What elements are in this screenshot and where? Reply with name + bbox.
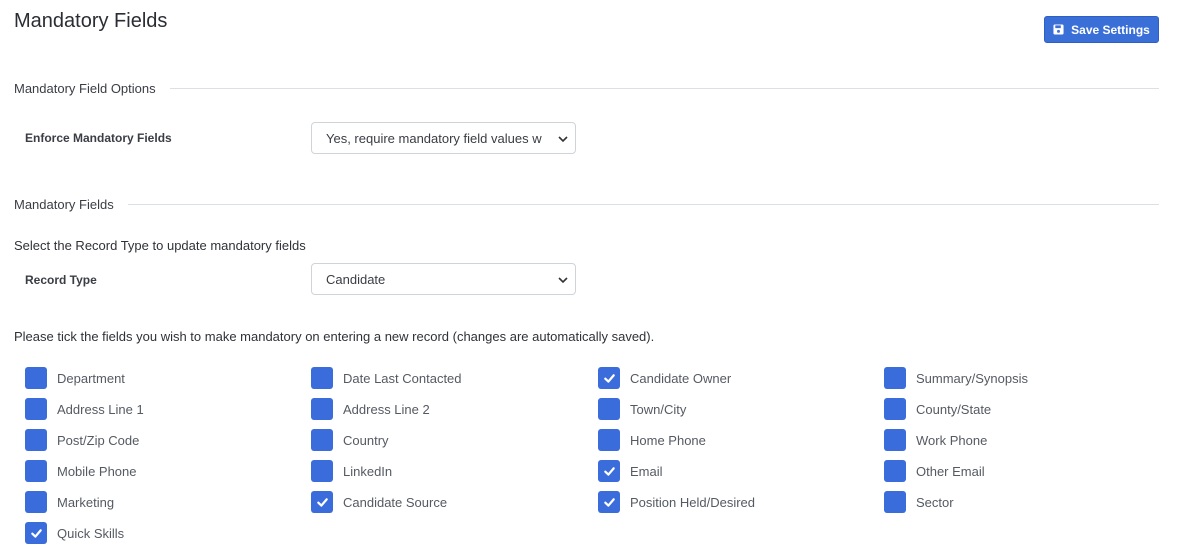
record-type-prompt: Select the Record Type to update mandato… [14, 238, 306, 253]
checkbox[interactable] [598, 398, 620, 420]
checkbox-mobile-phone[interactable]: Mobile Phone [25, 460, 137, 482]
section-divider [127, 204, 1159, 205]
checkbox-label: Town/City [630, 401, 687, 417]
checkbox-candidate-owner[interactable]: Candidate Owner [598, 367, 731, 389]
checkbox-label: Mobile Phone [57, 463, 137, 479]
checkbox-marketing[interactable]: Marketing [25, 491, 114, 513]
record-type-select-value: Candidate [326, 271, 386, 287]
checkbox-home-phone[interactable]: Home Phone [598, 429, 706, 451]
checkbox-date-last-contacted[interactable]: Date Last Contacted [311, 367, 462, 389]
checkbox-summary-synopsis[interactable]: Summary/Synopsis [884, 367, 1028, 389]
checkbox-label: County/State [916, 401, 992, 417]
checkbox-email[interactable]: Email [598, 460, 663, 482]
checkbox-post-zip-code[interactable]: Post/Zip Code [25, 429, 139, 451]
checkbox-label: Candidate Owner [630, 370, 732, 386]
checkbox-label: Email [630, 463, 663, 479]
checkbox[interactable] [598, 491, 620, 513]
checkbox-label: Department [57, 370, 125, 386]
enforce-select[interactable]: Yes, require mandatory field values w [311, 122, 576, 154]
checkbox[interactable] [884, 429, 906, 451]
checkbox[interactable] [311, 398, 333, 420]
checkbox-label: Address Line 2 [343, 401, 430, 417]
enforce-label: Enforce Mandatory Fields [25, 131, 172, 145]
checkbox-town-city[interactable]: Town/City [598, 398, 686, 420]
checkbox-label: Home Phone [630, 432, 706, 448]
checkmark-icon [603, 497, 615, 507]
checkbox-label: Quick Skills [57, 525, 125, 541]
checkbox[interactable] [25, 367, 47, 389]
checkmark-icon [603, 373, 615, 383]
checkbox-label: Summary/Synopsis [916, 370, 1028, 386]
checkbox-country[interactable]: Country [311, 429, 389, 451]
checkmark-icon [316, 497, 328, 507]
checkbox[interactable] [311, 491, 333, 513]
checkbox-candidate-source[interactable]: Candidate Source [311, 491, 447, 513]
checkbox-label: Marketing [57, 494, 115, 510]
enforce-select-value: Yes, require mandatory field values w [326, 130, 542, 146]
record-type-select[interactable]: Candidate [311, 263, 576, 295]
checkbox-label: Post/Zip Code [57, 432, 140, 448]
page-title: Mandatory Fields [14, 10, 168, 32]
chevron-down-icon [558, 136, 568, 143]
checkbox-label: Other Email [916, 463, 985, 479]
checkbox-other-email[interactable]: Other Email [884, 460, 985, 482]
options-section-header: Mandatory Field Options [14, 81, 1159, 96]
checkbox[interactable] [884, 491, 906, 513]
checkbox[interactable] [25, 491, 47, 513]
checkbox-label: LinkedIn [343, 463, 393, 479]
checkbox[interactable] [598, 367, 620, 389]
checkbox-quick-skills[interactable]: Quick Skills [25, 522, 124, 544]
checkbox-label: Country [343, 432, 389, 448]
checkbox-label: Candidate Source [343, 494, 448, 510]
options-section-heading: Mandatory Field Options [14, 81, 156, 96]
checkmark-icon [30, 528, 42, 538]
checkbox-county-state[interactable]: County/State [884, 398, 991, 420]
checkbox[interactable] [884, 398, 906, 420]
checkbox[interactable] [25, 398, 47, 420]
checkbox[interactable] [311, 429, 333, 451]
checkbox-label: Date Last Contacted [343, 370, 462, 386]
checkbox-label: Position Held/Desired [630, 494, 756, 510]
checkbox[interactable] [25, 460, 47, 482]
checkbox-address-line-1[interactable]: Address Line 1 [25, 398, 144, 420]
checkbox[interactable] [311, 367, 333, 389]
checkbox-label: Sector [916, 494, 954, 510]
chevron-down-icon [558, 277, 568, 284]
instructions-text: Please tick the fields you wish to make … [14, 329, 655, 344]
save-settings-button[interactable]: Save Settings [1044, 16, 1159, 43]
checkmark-icon [603, 466, 615, 476]
checkbox[interactable] [311, 460, 333, 482]
fields-section-header: Mandatory Fields [14, 197, 1159, 212]
checkbox[interactable] [884, 367, 906, 389]
checkbox[interactable] [598, 460, 620, 482]
checkbox-linkedin[interactable]: LinkedIn [311, 460, 392, 482]
checkbox-label: Address Line 1 [57, 401, 144, 417]
fields-section-heading: Mandatory Fields [14, 197, 114, 212]
checkbox-position-held-desired[interactable]: Position Held/Desired [598, 491, 755, 513]
section-divider [169, 88, 1159, 89]
checkbox-department[interactable]: Department [25, 367, 125, 389]
save-icon [1053, 24, 1064, 35]
checkbox-sector[interactable]: Sector [884, 491, 954, 513]
checkbox[interactable] [25, 522, 47, 544]
checkbox-work-phone[interactable]: Work Phone [884, 429, 987, 451]
record-type-label: Record Type [25, 273, 97, 287]
checkbox-address-line-2[interactable]: Address Line 2 [311, 398, 430, 420]
checkbox[interactable] [884, 460, 906, 482]
checkbox[interactable] [25, 429, 47, 451]
save-settings-label: Save Settings [1071, 22, 1150, 37]
checkbox[interactable] [598, 429, 620, 451]
checkbox-label: Work Phone [916, 432, 988, 448]
